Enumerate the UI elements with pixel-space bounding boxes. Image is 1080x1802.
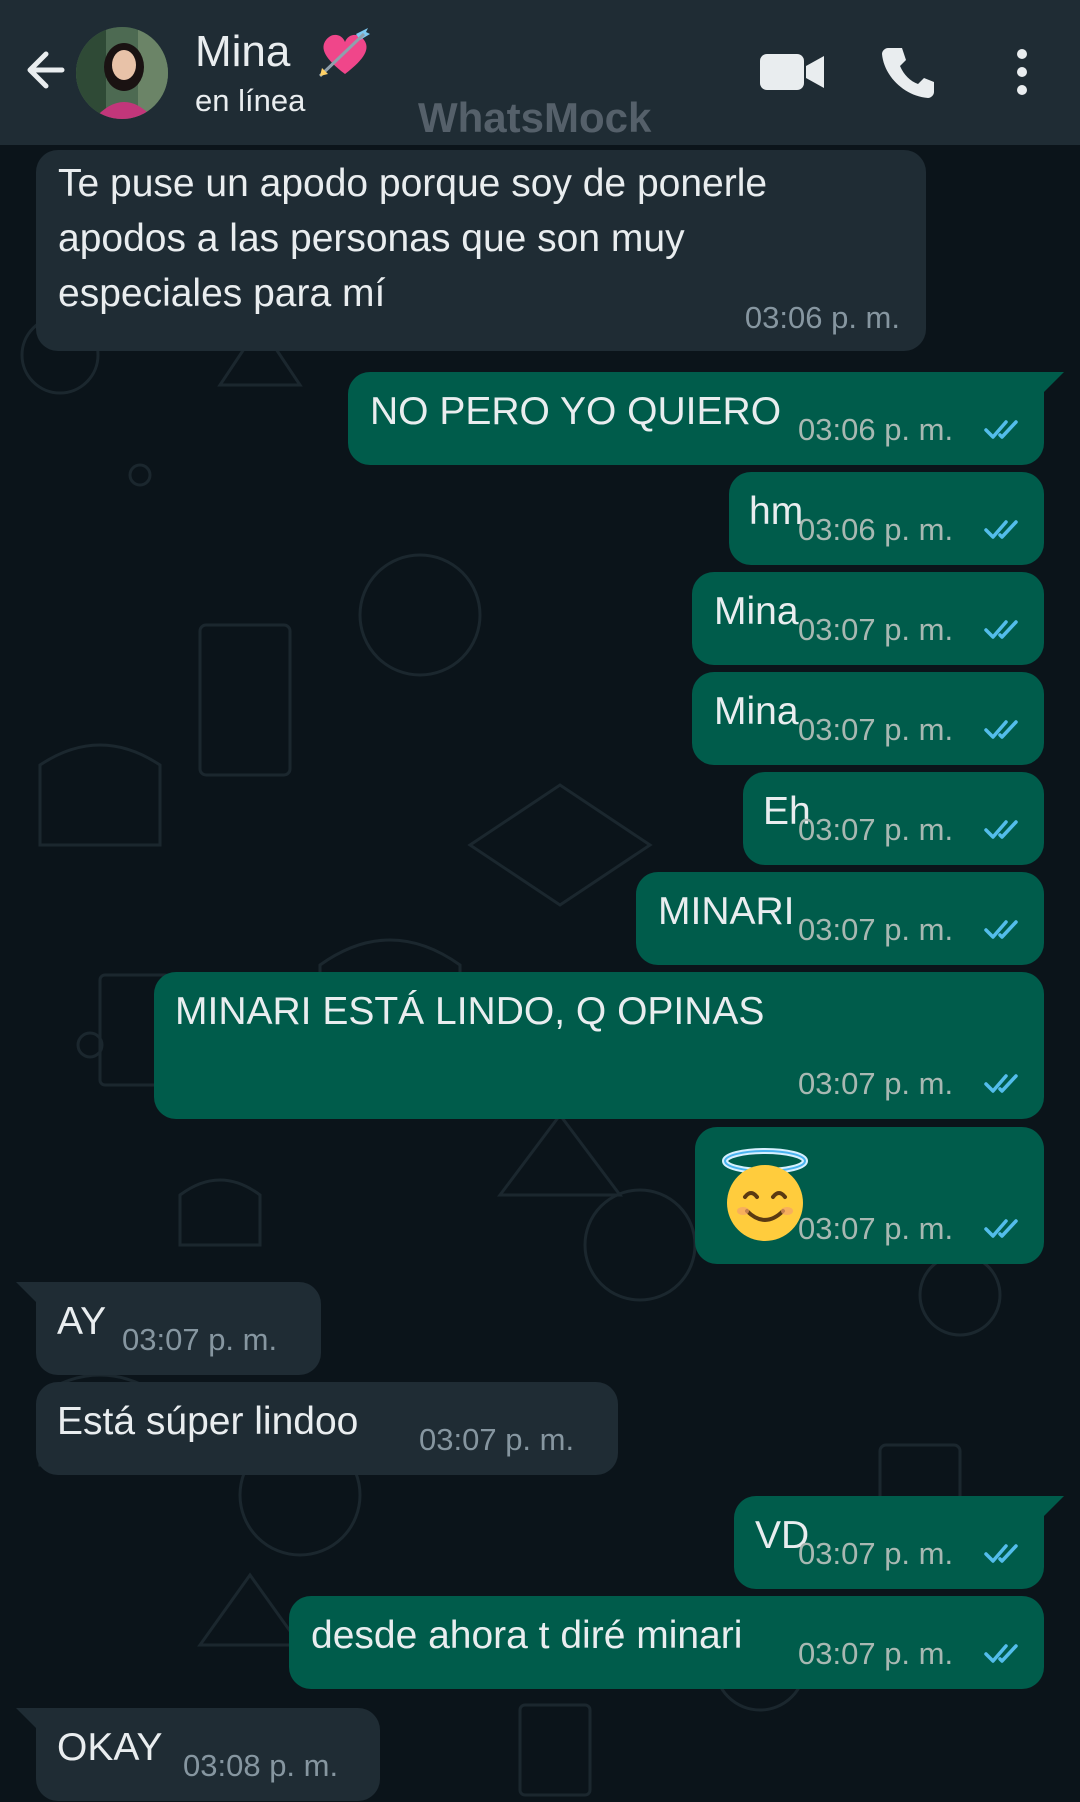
avatar[interactable] (76, 27, 168, 119)
message-time: 03:07 p. m. (798, 912, 954, 947)
message-text: Está súper lindoo (57, 1400, 359, 1443)
bubble-tail (1044, 372, 1064, 392)
double-check-icon (984, 420, 1018, 439)
message-bubble-outgoing[interactable]: 03:07 p. m. (695, 1127, 1044, 1264)
message-time: 03:07 p. m. (419, 1422, 575, 1457)
message-time: 03:07 p. m. (798, 712, 954, 747)
message-text: apodos a las personas que son muy (58, 217, 685, 260)
message-time: 03:07 p. m. (798, 1211, 954, 1246)
message-bubble-incoming[interactable]: Te puse un apodo porque soy de ponerle a… (36, 150, 926, 351)
message-bubble-outgoing[interactable]: hm 03:06 p. m. (729, 472, 1044, 565)
message-bubble-outgoing[interactable]: Mina 03:07 p. m. (692, 672, 1044, 765)
double-check-icon (984, 1644, 1018, 1663)
avatar-photo (76, 27, 168, 119)
message-text: especiales para mí (58, 272, 386, 315)
message-time: 03:07 p. m. (798, 1066, 954, 1101)
message-time: 03:07 p. m. (122, 1322, 278, 1357)
chat-screen: Mina en línea WhatsMock Te puse un apodo… (0, 0, 1080, 1802)
message-time: 03:08 p. m. (183, 1748, 339, 1783)
app-watermark: WhatsMock (418, 94, 652, 141)
message-time: 03:07 p. m. (798, 812, 954, 847)
message-time: 03:07 p. m. (798, 1636, 954, 1671)
double-check-icon (984, 520, 1018, 539)
message-bubble-incoming[interactable]: Está súper lindoo 03:07 p. m. (36, 1382, 618, 1475)
message-bubble-outgoing[interactable]: Mina 03:07 p. m. (692, 572, 1044, 665)
message-text: MINARI ESTÁ LINDO, Q OPINAS (175, 990, 765, 1033)
double-check-icon (984, 720, 1018, 739)
phone-icon[interactable] (880, 44, 936, 100)
double-check-icon (984, 920, 1018, 939)
message-time: 03:06 p. m. (798, 412, 954, 447)
double-check-icon (984, 1544, 1018, 1563)
message-bubble-outgoing[interactable]: MINARI ESTÁ LINDO, Q OPINAS 03:07 p. m. (154, 972, 1044, 1119)
vertical-dots-icon[interactable] (1000, 44, 1044, 100)
message-time: 03:06 p. m. (798, 512, 954, 547)
message-text: Mina (714, 690, 799, 733)
message-text: NO PERO YO QUIERO (370, 390, 782, 433)
double-check-icon (984, 820, 1018, 839)
message-bubble-incoming[interactable]: OKAY 03:08 p. m. (36, 1708, 380, 1801)
double-check-icon (984, 620, 1018, 639)
heart-with-arrow-icon (318, 28, 370, 78)
message-text: AY (57, 1300, 107, 1343)
double-check-icon (984, 1219, 1018, 1238)
message-time: 03:07 p. m. (798, 612, 954, 647)
message-bubble-outgoing[interactable]: VD 03:07 p. m. (734, 1496, 1044, 1589)
message-text: OKAY (57, 1726, 163, 1769)
double-check-icon (984, 1074, 1018, 1093)
message-bubble-outgoing[interactable]: MINARI 03:07 p. m. (636, 872, 1044, 965)
message-text: Te puse un apodo porque soy de ponerle (58, 162, 768, 205)
message-text: hm (749, 490, 804, 533)
contact-status: en línea (195, 83, 306, 118)
message-bubble-outgoing[interactable]: desde ahora t diré minari 03:07 p. m. (289, 1596, 1044, 1689)
contact-name[interactable]: Mina (195, 26, 290, 78)
message-time: 03:07 p. m. (798, 1536, 954, 1571)
message-text: MINARI (658, 890, 795, 933)
arrow-left-icon[interactable] (18, 42, 74, 98)
bubble-tail (1044, 1496, 1064, 1516)
message-bubble-incoming[interactable]: AY 03:07 p. m. (36, 1282, 321, 1375)
message-text: desde ahora t diré minari (311, 1614, 743, 1657)
message-time: 03:06 p. m. (744, 300, 900, 335)
message-text: Mina (714, 590, 799, 633)
message-bubble-outgoing[interactable]: Eh 03:07 p. m. (743, 772, 1044, 865)
bubble-tail (16, 1282, 36, 1302)
bubble-tail (16, 1708, 36, 1728)
video-camera-icon[interactable] (758, 48, 826, 96)
message-bubble-outgoing[interactable]: NO PERO YO QUIERO 03:06 p. m. (348, 372, 1044, 465)
